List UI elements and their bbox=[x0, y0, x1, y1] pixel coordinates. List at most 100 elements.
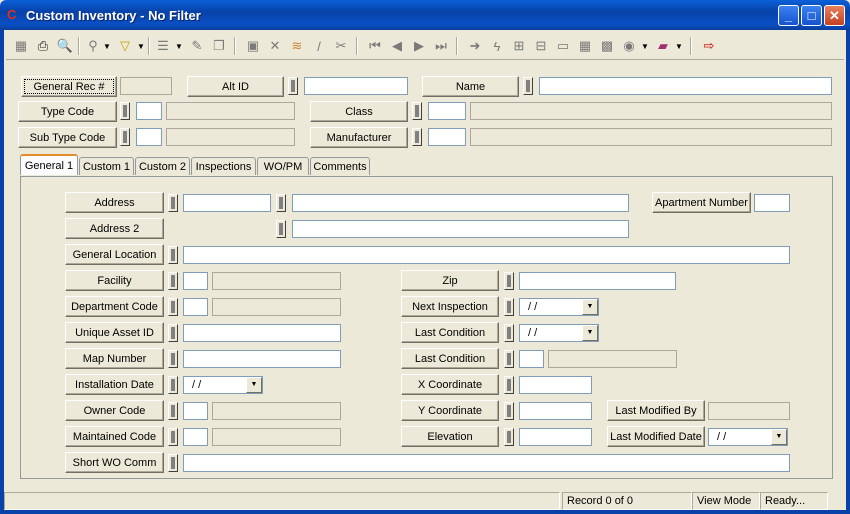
tab-inspections[interactable]: Inspections bbox=[191, 157, 256, 175]
lock-icon[interactable] bbox=[412, 102, 422, 120]
lock-icon[interactable] bbox=[504, 402, 514, 420]
chevron-down-icon[interactable]: ▼ bbox=[102, 36, 112, 56]
form-icon[interactable]: ▭ bbox=[552, 36, 574, 56]
class-button[interactable]: Class bbox=[310, 101, 408, 122]
tab-custom-1[interactable]: Custom 1 bbox=[79, 157, 134, 175]
maintained-code-field[interactable] bbox=[183, 428, 208, 446]
close-button[interactable]: ✕ bbox=[824, 5, 845, 26]
general-location-field[interactable] bbox=[183, 246, 790, 264]
delete-icon[interactable]: ✕ bbox=[264, 36, 286, 56]
lock-icon[interactable] bbox=[523, 77, 533, 95]
chevron-down-icon[interactable]: ▼ bbox=[771, 429, 787, 445]
last-modified-date-picker[interactable]: / / ▼ bbox=[708, 428, 788, 446]
short-wo-comm-button[interactable]: Short WO Comm bbox=[65, 452, 164, 473]
search-globe-icon[interactable]: ◉ bbox=[618, 36, 640, 56]
zip-field[interactable] bbox=[519, 272, 676, 290]
department-code-button[interactable]: Department Code bbox=[65, 296, 164, 317]
first-record-icon[interactable]: ⏮ bbox=[364, 36, 386, 56]
lightning-icon[interactable]: ϟ bbox=[486, 36, 508, 56]
lock-icon[interactable] bbox=[504, 298, 514, 316]
lock-icon[interactable] bbox=[168, 298, 178, 316]
address-2-field[interactable] bbox=[292, 220, 629, 238]
zip-button[interactable]: Zip bbox=[401, 270, 499, 291]
lock-icon[interactable] bbox=[288, 77, 298, 95]
map-number-field[interactable] bbox=[183, 350, 341, 368]
lock-icon[interactable] bbox=[276, 194, 286, 212]
short-wo-comm-field[interactable] bbox=[183, 454, 790, 472]
elevation-field[interactable] bbox=[519, 428, 592, 446]
sub-type-code-field[interactable] bbox=[136, 128, 162, 146]
tab-wo-pm[interactable]: WO/PM bbox=[257, 157, 309, 175]
previous-record-icon[interactable]: ◀ bbox=[386, 36, 408, 56]
chevron-down-icon[interactable]: ▼ bbox=[246, 377, 262, 393]
lock-icon[interactable] bbox=[504, 428, 514, 446]
type-code-field[interactable] bbox=[136, 102, 162, 120]
installation-date-button[interactable]: Installation Date bbox=[65, 374, 164, 395]
chevron-down-icon[interactable]: ▼ bbox=[640, 36, 650, 56]
lock-icon[interactable] bbox=[168, 376, 178, 394]
lock-icon[interactable] bbox=[168, 402, 178, 420]
owner-code-button[interactable]: Owner Code bbox=[65, 400, 164, 421]
facility-button[interactable]: Facility bbox=[65, 270, 164, 291]
general-location-button[interactable]: General Location bbox=[65, 244, 164, 265]
address-button[interactable]: Address bbox=[65, 192, 164, 213]
type-code-button[interactable]: Type Code bbox=[18, 101, 117, 122]
next-record-icon[interactable]: ▶ bbox=[408, 36, 430, 56]
calendar-icon[interactable]: ▦ bbox=[574, 36, 596, 56]
next-inspection-picker[interactable]: / / ▼ bbox=[519, 298, 599, 316]
last-record-icon[interactable]: ⏭ bbox=[430, 36, 452, 56]
book-icon[interactable]: ▰ bbox=[652, 36, 674, 56]
tab-comments[interactable]: Comments bbox=[310, 157, 370, 175]
print-preview-icon[interactable]: 🔍 bbox=[54, 36, 76, 56]
general-rec-button[interactable]: General Rec # bbox=[21, 76, 117, 97]
pen-icon[interactable]: / bbox=[308, 36, 330, 56]
unique-asset-id-button[interactable]: Unique Asset ID bbox=[65, 322, 164, 343]
manufacturer-button[interactable]: Manufacturer bbox=[310, 127, 408, 148]
class-field[interactable] bbox=[428, 102, 466, 120]
last-modified-date-button[interactable]: Last Modified Date bbox=[607, 426, 705, 447]
y-coordinate-field[interactable] bbox=[519, 402, 592, 420]
map-number-button[interactable]: Map Number bbox=[65, 348, 164, 369]
tree-icon[interactable]: ⊞ bbox=[508, 36, 530, 56]
last-modified-by-button[interactable]: Last Modified By bbox=[607, 400, 705, 421]
filter-icon[interactable]: ▽ bbox=[114, 36, 136, 56]
lock-icon[interactable] bbox=[276, 220, 286, 238]
chevron-down-icon[interactable]: ▼ bbox=[174, 36, 184, 56]
maintained-code-button[interactable]: Maintained Code bbox=[65, 426, 164, 447]
installation-date-picker[interactable]: / / ▼ bbox=[183, 376, 263, 394]
y-coordinate-button[interactable]: Y Coordinate bbox=[401, 400, 499, 421]
lock-icon[interactable] bbox=[504, 350, 514, 368]
print-icon[interactable]: ⎙ bbox=[32, 36, 54, 56]
lock-icon[interactable] bbox=[168, 324, 178, 342]
lock-icon[interactable] bbox=[168, 194, 178, 212]
tab-custom-2[interactable]: Custom 2 bbox=[135, 157, 190, 175]
apartment-number-field[interactable] bbox=[754, 194, 790, 212]
address-2-button[interactable]: Address 2 bbox=[65, 218, 164, 239]
manufacturer-field[interactable] bbox=[428, 128, 466, 146]
elevation-button[interactable]: Elevation bbox=[401, 426, 499, 447]
sub-type-code-button[interactable]: Sub Type Code bbox=[18, 127, 117, 148]
lock-icon[interactable] bbox=[168, 350, 178, 368]
x-coordinate-field[interactable] bbox=[519, 376, 592, 394]
lock-icon[interactable] bbox=[168, 454, 178, 472]
department-code-field[interactable] bbox=[183, 298, 208, 316]
tab-general-1[interactable]: General 1 bbox=[20, 154, 78, 175]
minimize-button[interactable]: _ bbox=[778, 5, 799, 26]
exit-icon[interactable]: ⇨ bbox=[698, 36, 720, 56]
lock-icon[interactable] bbox=[504, 324, 514, 342]
document-icon[interactable]: ☰ bbox=[152, 36, 174, 56]
query-icon[interactable]: ⚲ bbox=[82, 36, 104, 56]
lock-icon[interactable] bbox=[412, 128, 422, 146]
last-condition-button[interactable]: Last Condition bbox=[401, 348, 499, 369]
alt-id-field[interactable] bbox=[304, 77, 408, 95]
last-condition-field[interactable] bbox=[519, 350, 544, 368]
lock-icon[interactable] bbox=[504, 376, 514, 394]
next-inspection-button[interactable]: Next Inspection bbox=[401, 296, 499, 317]
cut-icon[interactable]: ✂ bbox=[330, 36, 352, 56]
name-field[interactable] bbox=[539, 77, 832, 95]
lock-icon[interactable] bbox=[120, 128, 130, 146]
chevron-down-icon[interactable]: ▼ bbox=[674, 36, 684, 56]
edit-record-icon[interactable]: ✎ bbox=[186, 36, 208, 56]
address-number-field[interactable] bbox=[183, 194, 271, 212]
chevron-down-icon[interactable]: ▼ bbox=[136, 36, 146, 56]
